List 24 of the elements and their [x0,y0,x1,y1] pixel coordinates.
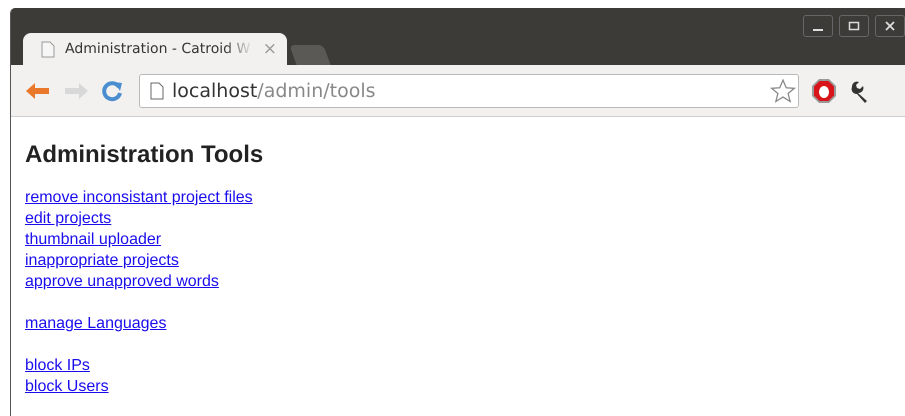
stop-sign-icon[interactable] [811,78,837,104]
close-button[interactable] [875,15,905,37]
address-field[interactable]: localhost/admin/tools [139,74,799,108]
page-heading: Administration Tools [25,141,264,169]
page-icon [150,82,164,100]
browser-tab[interactable]: Administration - Catroid W × [23,33,287,65]
star-icon[interactable] [770,78,796,104]
admin-link[interactable]: remove inconsistant project files [25,189,253,206]
admin-link[interactable]: manage Languages [25,315,166,332]
minimize-icon [813,29,823,31]
close-icon [884,20,896,32]
admin-link[interactable]: inappropriate projects [25,252,179,269]
admin-link[interactable]: edit projects [25,210,112,227]
admin-link[interactable]: block Users [25,378,109,395]
admin-link[interactable]: thumbnail uploader [25,231,162,248]
tab-title: Administration - Catroid W [65,41,252,57]
maximize-button[interactable] [839,15,869,37]
page-icon [41,40,55,58]
reload-icon[interactable] [101,80,123,102]
back-arrow-icon[interactable] [25,80,51,100]
minimize-button[interactable] [803,15,833,37]
admin-link[interactable]: block IPs [25,357,90,374]
admin-link[interactable]: approve unapproved words [25,273,219,290]
maximize-icon [848,20,860,32]
